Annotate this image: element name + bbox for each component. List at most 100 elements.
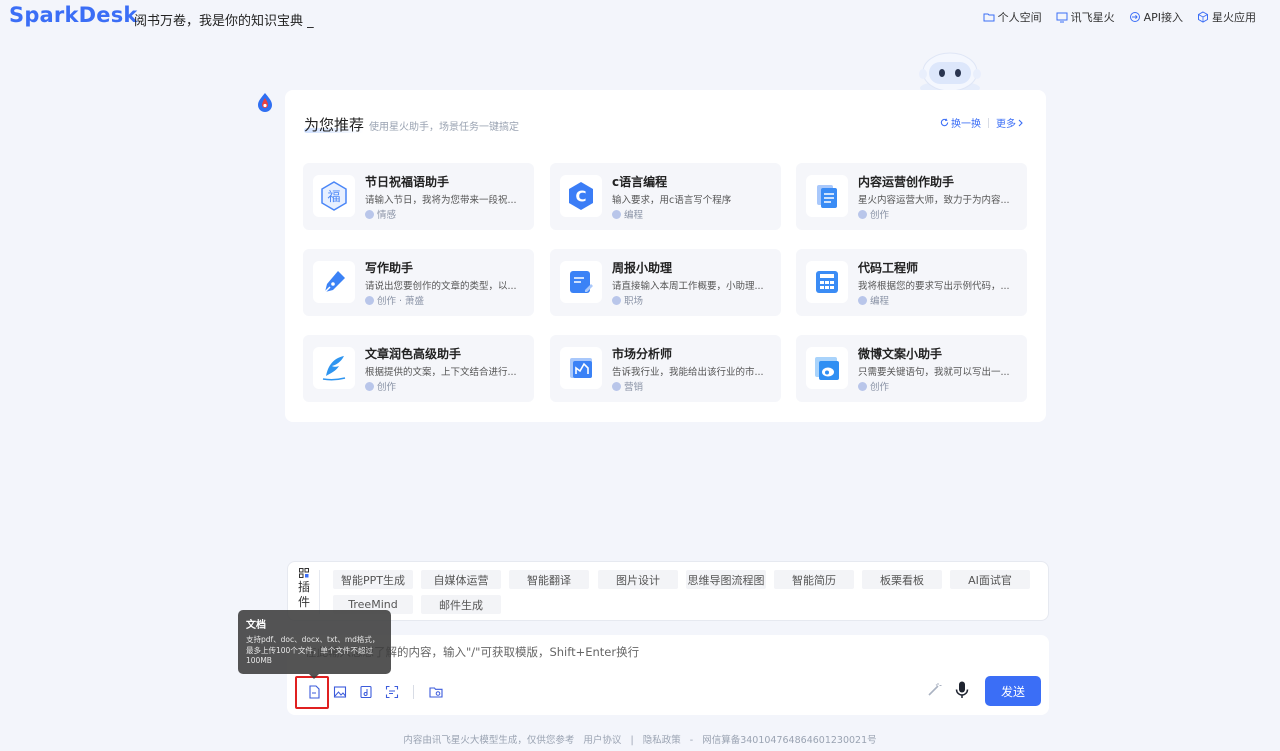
card-tag-label: 编程 (624, 210, 644, 221)
card-tag-label: 创作 (870, 210, 890, 221)
card-market-analyst[interactable]: 市场分析师 告诉我行业，我能给出该行业的市... 营销 (550, 335, 781, 402)
card-weibo-copywriting[interactable]: 微博文案小助手 只需要关键语句，我就可以写出一... 创作 (796, 335, 1027, 402)
card-tag: 创作 (858, 207, 889, 221)
card-festival-greeting[interactable]: 福 节日祝福语助手 请输入节日，我将为您带来一段祝... 情感 (303, 163, 534, 230)
card-desc: 只需要关键语句，我就可以写出一... (858, 367, 1010, 378)
card-tag: 编程 (612, 207, 643, 221)
card-desc: 请输入节日，我将为您带来一段祝... (365, 195, 517, 206)
card-icon-wrap (560, 347, 602, 389)
nav-spark-apps[interactable]: 星火应用 (1193, 8, 1260, 26)
weibo-icon (815, 357, 839, 380)
recommend-actions: 换一换 更多 (940, 115, 1024, 130)
knowledge-folder-button[interactable] (427, 683, 444, 700)
plugin-chip[interactable]: 板栗看板 (862, 570, 942, 589)
card-desc: 星火内容运营大师，致力于为内容... (858, 195, 1010, 206)
plugin-chip[interactable]: 智能PPT生成 (333, 570, 413, 589)
folder-icon (983, 13, 995, 22)
user-icon (365, 209, 374, 219)
card-tag-label: 情感 (377, 210, 397, 221)
magic-wand-icon[interactable] (925, 681, 943, 699)
user-icon (612, 295, 621, 305)
nav-xunfei-spark[interactable]: 讯飞星火 (1052, 8, 1119, 26)
card-desc: 我将根据您的要求写出示例代码，... (858, 281, 1010, 292)
calculator-icon (816, 271, 838, 293)
scan-text-button[interactable] (383, 683, 400, 700)
pen-icon (324, 271, 345, 293)
upload-audio-button[interactable] (357, 683, 374, 700)
plugin-chip[interactable]: 邮件生成 (421, 595, 501, 614)
card-title: 周报小助理 (612, 261, 673, 275)
card-tag-label: 创作 (870, 382, 890, 393)
more-button[interactable]: 更多 (996, 115, 1016, 130)
tooltip-arrow (309, 674, 319, 679)
plugins-label-text: 插件 (297, 580, 310, 609)
refresh-button[interactable]: 换一换 (951, 115, 981, 130)
card-tag-label: 职场 (624, 296, 644, 307)
user-agreement-link[interactable]: 用户协议 (583, 735, 621, 746)
footer-separator: | (630, 735, 634, 746)
card-title: 代码工程师 (858, 261, 919, 275)
chat-input-box[interactable]: 在此输入您想了解的内容，输入"/"可获取模版，Shift+Enter换行 (287, 635, 1049, 715)
sparkdesk-logo[interactable]: SparkDesk (9, 3, 138, 27)
plugin-chip[interactable]: 思维导图流程图 (686, 570, 766, 589)
nav-label: API接入 (1143, 11, 1183, 24)
privacy-policy-link[interactable]: 隐私政策 (643, 735, 681, 746)
card-title: 市场分析师 (612, 347, 673, 361)
send-button[interactable]: 发送 (985, 676, 1041, 706)
plugin-chip[interactable]: 智能翻译 (509, 570, 589, 589)
card-content-operation[interactable]: 内容运营创作助手 星火内容运营大师，致力于为内容... 创作 (796, 163, 1027, 230)
chart-board-icon (570, 358, 592, 378)
recommend-title: 为您推荐 (304, 116, 365, 134)
card-writing-assistant[interactable]: 写作助手 请说出您要创作的文章的类型，以... 创作 · 萧盛 (303, 249, 534, 316)
card-icon-wrap (806, 261, 848, 303)
card-desc: 告诉我行业，我能给出该行业的市... (612, 367, 764, 378)
card-icon-wrap (560, 261, 602, 303)
card-tag: 创作 (365, 379, 396, 393)
footer-dash: - (689, 735, 694, 746)
document-stack-icon (817, 185, 837, 208)
monitor-icon (1056, 12, 1068, 23)
divider (319, 570, 320, 614)
microphone-icon[interactable] (953, 680, 971, 700)
nav-label: 星火应用 (1212, 11, 1256, 24)
svg-text:C: C (575, 188, 586, 206)
scan-icon (385, 685, 398, 698)
card-tag-label: 创作 (377, 382, 397, 393)
card-c-programming[interactable]: C c语言编程 输入要求，用c语言写个程序 编程 (550, 163, 781, 230)
nav-label: 个人空间 (997, 11, 1042, 24)
card-tag-label: 编程 (870, 296, 890, 307)
card-article-polish[interactable]: 文章润色高级助手 根据提供的文案，上下文结合进行... 创作 (303, 335, 534, 402)
tooltip-title: 文档 (246, 620, 266, 631)
user-icon (365, 295, 374, 305)
divider (413, 684, 414, 699)
plugin-chip[interactable]: AI面试官 (950, 570, 1030, 589)
card-tag: 编程 (858, 293, 889, 307)
card-icon-wrap (313, 347, 355, 389)
user-icon (612, 381, 621, 391)
card-tag: 创作 · 萧盛 (365, 293, 424, 307)
nav-api-access[interactable]: API接入 (1125, 8, 1187, 26)
card-desc: 请直接输入本周工作概要，小助理... (612, 281, 764, 292)
upload-image-button[interactable] (331, 683, 348, 700)
c-language-icon: C (569, 182, 593, 210)
plugin-chip[interactable]: 智能简历 (774, 570, 854, 589)
plugins-bar: 插件 智能PPT生成 自媒体运营 智能翻译 图片设计 思维导图流程图 智能简历 … (287, 561, 1049, 621)
card-weekly-report[interactable]: 周报小助理 请直接输入本周工作概要，小助理... 职场 (550, 249, 781, 316)
card-desc: 根据提供的文案，上下文结合进行... (365, 367, 517, 378)
user-icon (858, 209, 867, 219)
slogan-text: 阅书万卷，我是你的知识宝典 _ (134, 14, 314, 29)
user-icon (858, 295, 867, 305)
card-tag-label: 营销 (624, 382, 644, 393)
plugin-chip[interactable]: 图片设计 (598, 570, 678, 589)
card-desc: 请说出您要创作的文章的类型，以... (365, 281, 517, 292)
cube-icon (1198, 11, 1208, 23)
card-code-engineer[interactable]: 代码工程师 我将根据您的要求写出示例代码，... 编程 (796, 249, 1027, 316)
spark-logo-icon (258, 93, 272, 112)
divider (988, 117, 989, 128)
nav-personal-space[interactable]: 个人空间 (979, 8, 1046, 26)
image-icon (333, 685, 346, 698)
plugin-chip[interactable]: 自媒体运营 (421, 570, 501, 589)
user-icon (858, 381, 867, 391)
card-icon-wrap (806, 175, 848, 217)
card-tag: 职场 (612, 293, 643, 307)
